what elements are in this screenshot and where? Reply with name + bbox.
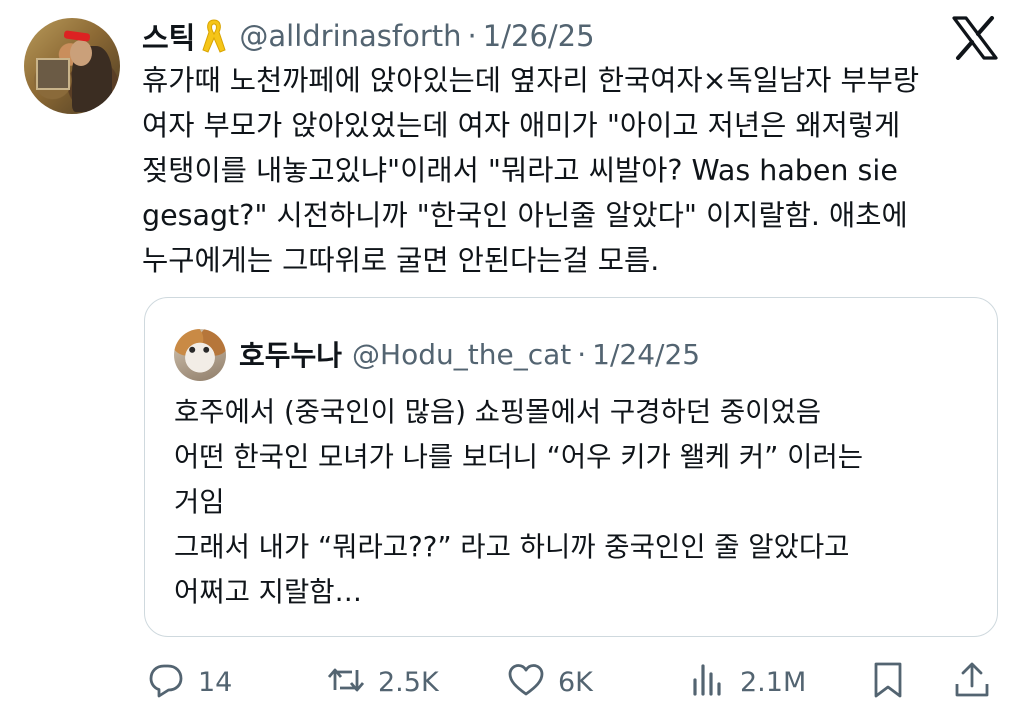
reply-count: 14 — [198, 666, 233, 698]
repost-button[interactable]: 2.5K — [326, 656, 439, 708]
author-name[interactable]: 스틱 — [142, 15, 195, 57]
author-avatar[interactable] — [24, 18, 120, 114]
repost-icon — [326, 660, 366, 704]
like-count: 6K — [558, 666, 593, 698]
like-button[interactable]: 6K — [506, 656, 593, 708]
heart-icon — [506, 660, 546, 704]
x-logo-icon[interactable] — [952, 16, 998, 60]
tweet-text: 휴가때 노천까페에 앉아있는데 옆자리 한국여자×독일남자 부부랑 여자 부모가… — [142, 64, 920, 277]
quoted-tweet-header: 호두누나 @Hodu_the_cat · 1/24/25 — [239, 334, 700, 374]
bookmark-button[interactable] — [868, 656, 908, 708]
share-button[interactable] — [952, 656, 992, 708]
tweet-header: 스틱 @alldrinasforth · 1/26/25 — [142, 14, 595, 58]
bookmark-icon — [868, 660, 908, 704]
quoted-author-handle[interactable]: @Hodu_the_cat — [352, 338, 571, 371]
share-icon — [952, 660, 992, 704]
yellow-ribbon-icon — [199, 16, 229, 56]
author-handle[interactable]: @alldrinasforth — [239, 19, 461, 53]
repost-count: 2.5K — [378, 666, 439, 698]
reply-bubble-icon — [146, 660, 186, 704]
views-count: 2.1M — [740, 666, 807, 698]
views-button[interactable]: 2.1M — [688, 656, 806, 708]
separator-dot: · — [467, 19, 477, 53]
action-bar: 14 2.5K 6K 2.1M — [0, 656, 1024, 708]
quoted-separator-dot: · — [577, 337, 587, 371]
quoted-author-avatar[interactable] — [174, 329, 226, 381]
tweet-date[interactable]: 1/26/25 — [483, 19, 595, 53]
reply-button[interactable]: 14 — [146, 656, 232, 708]
quoted-tweet-text: 호주에서 (중국인이 많음) 쇼핑몰에서 구경하던 중이었음 어떤 한국인 모녀… — [174, 396, 864, 608]
quoted-tweet-card[interactable]: 호두누나 @Hodu_the_cat · 1/24/25 호주에서 (중국인이 … — [144, 297, 998, 637]
quoted-author-name[interactable]: 호두누나 — [239, 334, 342, 374]
quoted-tweet-date[interactable]: 1/24/25 — [592, 338, 700, 371]
views-bar-icon — [688, 660, 728, 704]
